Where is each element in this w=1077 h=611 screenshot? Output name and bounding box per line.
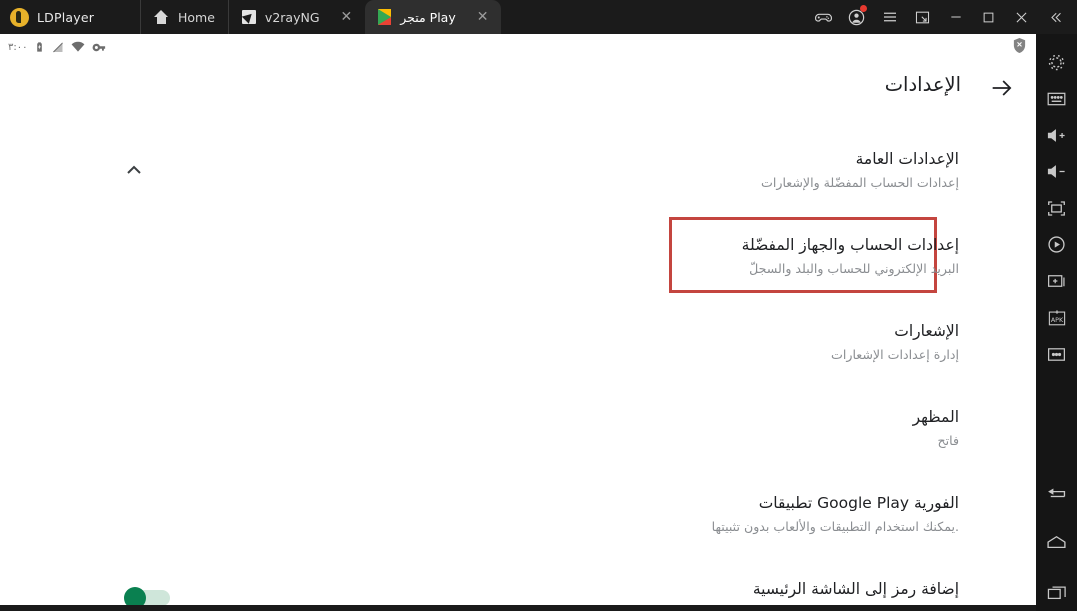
home-nav-icon[interactable] (1036, 524, 1077, 560)
gamepad-icon[interactable] (807, 0, 840, 34)
settings-item-title: إضافة رمز إلى الشاشة الرئيسية (752, 580, 959, 598)
fullscreen-icon[interactable] (1036, 190, 1077, 226)
settings-item-title: تطبيقات Google Play الفورية (758, 494, 959, 512)
wifi-icon (71, 41, 85, 53)
settings-item-google-play-instant[interactable]: تطبيقات Google Play الفورية يمكنك استخدا… (439, 492, 959, 537)
v2rayng-icon (241, 10, 256, 24)
recents-nav-icon[interactable] (1036, 575, 1077, 611)
account-notification-badge (860, 5, 867, 12)
sim-off-icon (52, 41, 64, 54)
vpn-key-icon (92, 42, 107, 53)
install-apk-icon[interactable]: APK (1036, 299, 1077, 335)
page-title: الإعدادات (884, 73, 961, 96)
tab-strip: Home v2rayNG ✕ متجر Play ✕ (140, 0, 502, 34)
settings-item-subtitle: إعدادات الحساب المفضّلة والإشعارات (761, 175, 959, 190)
screen-bottom-strip (0, 605, 1036, 611)
tab-google-play-close-icon[interactable]: ✕ (477, 10, 489, 24)
settings-item-general[interactable]: الإعدادات العامة إعدادات الحساب المفضّلة… (439, 148, 959, 193)
ldplayer-logo-icon (10, 7, 29, 27)
minimize-icon[interactable] (939, 0, 972, 34)
volume-down-icon[interactable] (1036, 153, 1077, 189)
settings-item-title: إعدادات الحساب والجهاز المفضّلة (741, 236, 959, 254)
settings-item-theme[interactable]: المظهر فاتح (439, 406, 959, 451)
window-controls (807, 0, 1077, 34)
new-instance-icon[interactable] (1036, 263, 1077, 299)
android-status-bar: ٣:٠٠ (0, 34, 1036, 60)
settings-item-title: المظهر (912, 408, 959, 426)
collapse-rail-icon[interactable] (1038, 0, 1073, 34)
settings-item-subtitle: فاتح (937, 433, 960, 448)
tab-v2rayng[interactable]: v2rayNG ✕ (227, 0, 365, 34)
arrow-forward-icon[interactable] (988, 74, 1016, 102)
settings-item-subtitle: البريد الإلكتروني للحساب والبلد والسجلّ (749, 261, 959, 276)
status-time: ٣:٠٠ (8, 41, 28, 53)
settings-item-account-device-preferences[interactable]: إعدادات الحساب والجهاز المفضّلة البريد ا… (439, 234, 959, 279)
tab-google-play[interactable]: متجر Play ✕ (365, 0, 502, 34)
more-options-icon[interactable] (1036, 336, 1077, 372)
window-title-bar: LDPlayer Home v2rayNG ✕ متجر Play ✕ (0, 0, 1077, 34)
shield-off-icon (1012, 37, 1027, 54)
settings-item-title: الإشعارات (894, 322, 959, 340)
tab-home-label: Home (178, 9, 215, 25)
back-nav-icon[interactable] (1036, 474, 1077, 510)
keyboard-icon[interactable] (1036, 80, 1077, 116)
screen-record-icon[interactable] (1036, 226, 1077, 262)
settings-item-add-icon-home-screen[interactable]: إضافة رمز إلى الشاشة الرئيسية (439, 578, 959, 600)
tab-v2rayng-label: v2rayNG (264, 9, 320, 25)
tab-v2rayng-close-icon[interactable]: ✕ (341, 10, 353, 24)
tab-home[interactable]: Home (140, 0, 228, 34)
settings-item-subtitle: يمكنك استخدام التطبيقات والألعاب بدون تث… (711, 519, 959, 534)
tab-google-play-label: متجر Play (400, 9, 456, 25)
titlebar-spacer (501, 0, 807, 34)
app-brand: LDPlayer (0, 0, 140, 34)
settings-item-subtitle: إدارة إعدادات الإشعارات (831, 347, 959, 362)
brand-label: LDPlayer (37, 9, 95, 25)
settings-item-title: الإعدادات العامة (855, 150, 959, 168)
settings-gear-icon[interactable] (1036, 44, 1077, 80)
battery-charging-icon (34, 40, 45, 54)
chevron-up-icon[interactable] (122, 158, 146, 182)
google-play-icon (378, 9, 392, 25)
emulator-sidebar: APK (1036, 34, 1077, 611)
ldplayer-window: LDPlayer Home v2rayNG ✕ متجر Play ✕ ٣:٠٠… (0, 0, 1077, 611)
apk-label: APK (1050, 317, 1063, 324)
menu-icon[interactable] (873, 0, 906, 34)
volume-up-icon[interactable] (1036, 117, 1077, 153)
multi-instance-icon[interactable] (906, 0, 939, 34)
settings-item-notifications[interactable]: الإشعارات إدارة إعدادات الإشعارات (439, 320, 959, 365)
maximize-icon[interactable] (972, 0, 1005, 34)
home-icon (154, 10, 169, 24)
account-icon[interactable] (840, 0, 873, 34)
close-icon[interactable] (1005, 0, 1038, 34)
